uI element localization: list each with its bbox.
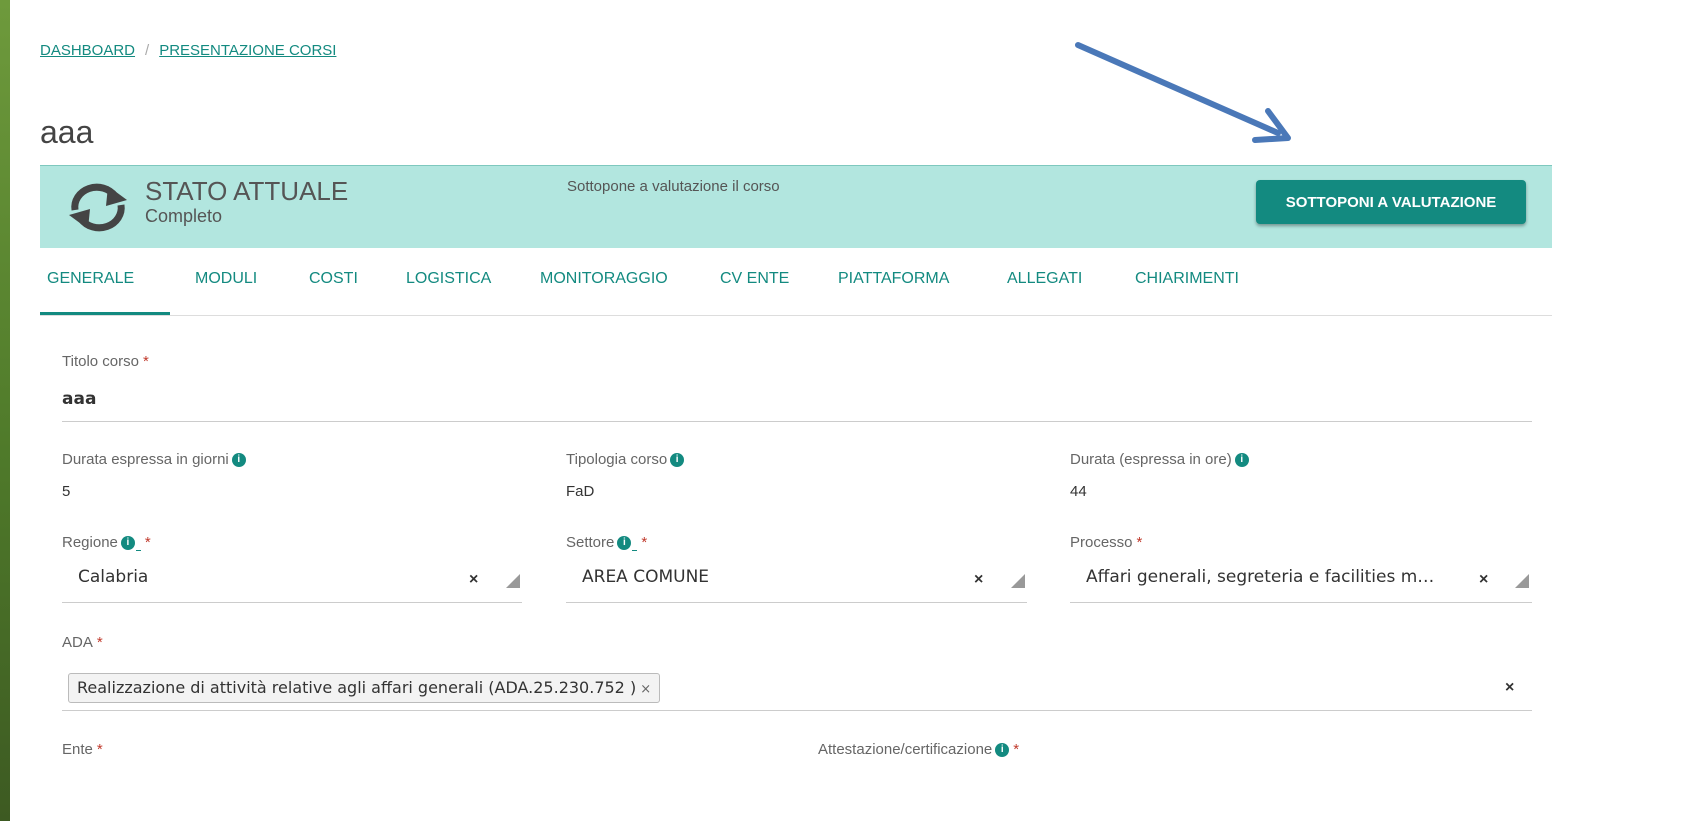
required-mark: * — [641, 534, 648, 551]
ente-label: Ente * — [62, 741, 103, 758]
processo-select[interactable]: Affari generali, segreteria e facilities… — [1086, 567, 1478, 587]
status-bar: STATO ATTUALE Completo Sottopone a valut… — [40, 165, 1552, 248]
page-title: aaa — [40, 114, 94, 150]
required-mark: * — [1136, 534, 1143, 551]
processo-dropdown-caret-icon[interactable] — [1515, 574, 1529, 588]
durata-ore-value: 44 — [1070, 483, 1087, 500]
tab-allegati[interactable]: ALLEGATI — [1007, 270, 1082, 288]
left-accent-bar — [0, 0, 10, 821]
submit-for-evaluation-button[interactable]: SOTTOPONI A VALUTAZIONE — [1256, 180, 1526, 224]
durata-ore-label: Durata (espressa in ore) i — [1070, 451, 1249, 468]
tab-bar: GENERALE MODULI COSTI LOGISTICA MONITORA… — [40, 248, 1552, 316]
active-tab-indicator — [40, 312, 170, 315]
durata-giorni-value: 5 — [62, 483, 71, 500]
sync-icon — [69, 183, 127, 232]
ada-underline — [62, 710, 1532, 711]
info-icon[interactable]: i — [120, 536, 135, 551]
regione-clear-icon[interactable]: × — [469, 571, 478, 589]
ada-selected-tag[interactable]: Realizzazione di attività relative agli … — [68, 673, 661, 703]
breadcrumb: DASHBOARD / PRESENTAZIONE CORSI — [40, 42, 336, 59]
annotation-arrow-icon — [1075, 42, 1291, 143]
ada-tag-text: Realizzazione di attività relative agli … — [77, 678, 637, 697]
settore-dropdown-caret-icon[interactable] — [1011, 574, 1025, 588]
processo-clear-icon[interactable]: × — [1479, 571, 1488, 589]
ada-tag-remove-icon[interactable]: × — [640, 682, 651, 697]
required-mark: * — [144, 534, 151, 551]
tab-generale[interactable]: GENERALE — [47, 270, 134, 288]
info-icon[interactable]: i — [1234, 453, 1249, 468]
attestazione-label: Attestazione/certificazione i * — [818, 741, 1020, 758]
tab-logistica[interactable]: LOGISTICA — [406, 270, 491, 288]
durata-giorni-label: Durata espressa in giorni i — [62, 451, 246, 468]
status-value: Completo — [145, 206, 223, 226]
tab-monitoraggio[interactable]: MONITORAGGIO — [540, 270, 668, 288]
settore-clear-icon[interactable]: × — [974, 571, 983, 589]
regione-select[interactable]: Calabria — [78, 567, 148, 587]
ada-clear-all-icon[interactable]: × — [1505, 679, 1514, 697]
required-mark: * — [96, 634, 103, 651]
regione-label: Regione i * — [62, 534, 151, 551]
titolo-corso-label: Titolo corso * — [62, 353, 149, 370]
tab-moduli[interactable]: MODULI — [195, 270, 257, 288]
processo-underline — [1070, 602, 1532, 603]
tab-piattaforma[interactable]: PIATTAFORMA — [838, 270, 949, 288]
processo-label: Processo * — [1070, 534, 1143, 551]
tab-chiarimenti[interactable]: CHIARIMENTI — [1135, 270, 1239, 288]
settore-underline — [566, 602, 1027, 603]
regione-underline — [62, 602, 522, 603]
status-description: Sottopone a valutazione il corso — [567, 178, 780, 195]
titolo-corso-input[interactable]: aaa — [62, 389, 96, 409]
tipologia-corso-label: Tipologia corso i — [566, 451, 685, 468]
info-icon[interactable]: i — [995, 743, 1010, 758]
settore-select[interactable]: AREA COMUNE — [582, 567, 709, 587]
regione-dropdown-caret-icon[interactable] — [506, 574, 520, 588]
breadcrumb-separator: / — [145, 42, 150, 59]
info-icon[interactable]: i — [231, 453, 246, 468]
required-mark: * — [142, 353, 149, 370]
required-mark: * — [1013, 741, 1020, 758]
info-icon[interactable]: i — [617, 536, 632, 551]
ada-label: ADA * — [62, 634, 103, 651]
info-icon[interactable]: i — [670, 453, 685, 468]
tab-cv-ente[interactable]: CV ENTE — [720, 270, 789, 288]
required-mark: * — [96, 741, 103, 758]
status-title: STATO ATTUALE — [145, 176, 349, 206]
breadcrumb-dashboard-link[interactable]: DASHBOARD — [40, 42, 135, 59]
tipologia-corso-value: FaD — [566, 483, 595, 500]
titolo-corso-underline — [62, 421, 1532, 422]
settore-label: Settore i * — [566, 534, 648, 551]
breadcrumb-presentazione-corsi-link[interactable]: PRESENTAZIONE CORSI — [159, 42, 336, 59]
tab-costi[interactable]: COSTI — [309, 270, 358, 288]
